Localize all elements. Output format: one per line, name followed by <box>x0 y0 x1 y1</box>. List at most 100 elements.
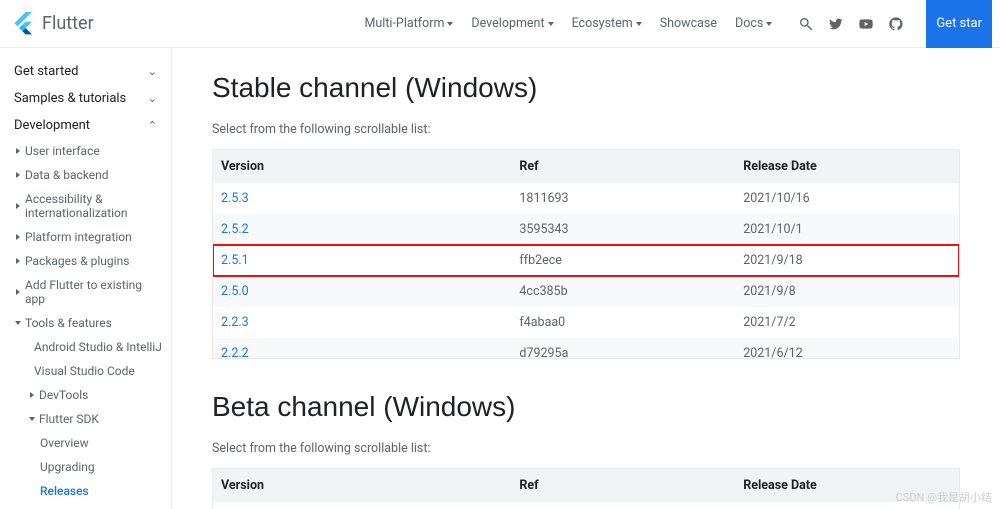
sidebar-item-label: Visual Studio Code <box>34 364 135 378</box>
nav-development[interactable]: Development <box>471 16 553 31</box>
table-row: 2.5.3 18116932021/10/16 <box>213 183 959 214</box>
content[interactable]: Stable channel (Windows) Select from the… <box>172 48 1000 509</box>
sidebar-item-label: Android Studio & IntelliJ <box>34 340 162 354</box>
sidebar-item-label: Platform integration <box>25 230 132 244</box>
col-ref: Ref <box>511 469 735 502</box>
flutter-logo-icon <box>14 12 34 36</box>
chevron-icon <box>16 258 20 264</box>
table-row: 2.5.2 35953432021/10/1 <box>213 214 959 245</box>
sidebar-item[interactable]: Packages & plugins <box>10 249 163 273</box>
beta-table: Version Ref Release Date 2.8.0-3.2.pre29… <box>213 469 959 509</box>
table-row: 2.5.0 4cc385b2021/9/8 <box>213 276 959 307</box>
sidebar-item[interactable]: Visual Studio Code <box>10 359 163 383</box>
date-cell: 2021/10/1 <box>735 214 959 245</box>
beta-heading: Beta channel (Windows) <box>212 391 960 423</box>
version-link[interactable]: 2.2.3 <box>221 315 249 330</box>
main: Get started⌄ Samples & tutorials⌄ Develo… <box>0 48 1000 509</box>
sidebar[interactable]: Get started⌄ Samples & tutorials⌄ Develo… <box>0 48 172 509</box>
date-cell: 2021/9/8 <box>735 276 959 307</box>
twitter-icon[interactable] <box>828 16 844 32</box>
ref-cell: 1811693 <box>511 183 735 214</box>
sidebar-item-label: Flutter SDK <box>39 412 99 426</box>
chevron-icon <box>16 203 20 209</box>
sidebar-top-get-started[interactable]: Get started⌄ <box>0 58 171 85</box>
sidebar-list: User interface Data & backend Accessibilit… <box>0 139 171 509</box>
chevron-icon <box>16 148 20 154</box>
sidebar-top-samples[interactable]: Samples & tutorials⌄ <box>0 85 171 112</box>
chevron-down-icon <box>548 22 554 26</box>
stable-table: Version Ref Release Date 2.5.31811693202… <box>213 150 959 359</box>
sidebar-item[interactable]: Data & backend <box>10 163 163 187</box>
ref-cell: 4cc385b <box>511 276 735 307</box>
search-icon[interactable] <box>798 16 814 32</box>
sidebar-item-label: Upgrading <box>40 460 95 474</box>
table-row: 2.2.2 d79295a2021/6/12 <box>213 338 959 359</box>
version-link[interactable]: 2.5.3 <box>221 191 249 206</box>
sidebar-item[interactable]: Breaking changes <box>10 503 163 509</box>
sidebar-item[interactable]: Upgrading <box>10 455 163 479</box>
chevron-icon <box>16 234 20 240</box>
chevron-icon <box>15 321 21 325</box>
sidebar-item[interactable]: Flutter SDK <box>10 407 163 431</box>
table-row: 2.2.3f4abaa02021/7/2 <box>213 307 959 338</box>
github-icon[interactable] <box>888 16 904 32</box>
beta-subtext: Select from the following scrollable lis… <box>212 441 960 456</box>
sidebar-item-label: Packages & plugins <box>25 254 129 268</box>
sidebar-top-development[interactable]: Development⌃ <box>0 112 171 139</box>
sidebar-item-label: Add Flutter to existing app <box>25 278 163 306</box>
nav-multi-platform[interactable]: Multi-Platform <box>365 16 454 31</box>
sidebar-item-label: Overview <box>40 436 89 450</box>
sidebar-item[interactable]: Releases <box>10 479 163 503</box>
sidebar-item[interactable]: Tools & features <box>10 311 163 335</box>
logo[interactable]: Flutter <box>14 12 94 36</box>
sidebar-item-label: DevTools <box>39 388 88 402</box>
top-bar: Flutter Multi-Platform Development Ecosy… <box>0 0 1000 48</box>
header-icons <box>798 16 904 32</box>
ref-cell: d79295a <box>511 338 735 359</box>
sidebar-item[interactable]: DevTools <box>10 383 163 407</box>
nav-docs[interactable]: Docs <box>735 16 772 31</box>
sidebar-item[interactable]: Platform integration <box>10 225 163 249</box>
sidebar-item[interactable]: Overview <box>10 431 163 455</box>
watermark: CSDN @我是胡小结 <box>896 489 992 505</box>
sidebar-item[interactable]: Add Flutter to existing app <box>10 273 163 311</box>
chevron-down-icon <box>766 22 772 26</box>
top-nav: Multi-Platform Development Ecosystem Sho… <box>365 16 773 31</box>
nav-ecosystem[interactable]: Ecosystem <box>572 16 642 31</box>
chevron-icon <box>29 417 35 421</box>
sidebar-item[interactable]: User interface <box>10 139 163 163</box>
sidebar-item-label: Data & backend <box>25 168 109 182</box>
stable-table-wrap[interactable]: Version Ref Release Date 2.5.31811693202… <box>212 149 960 359</box>
chevron-down-icon: ⌄ <box>148 65 157 78</box>
table-row: 2.5.1 ffb2ece2021/9/18 <box>213 245 959 276</box>
sidebar-item-label: Releases <box>40 484 89 498</box>
date-cell: 2021/6/12 <box>735 338 959 359</box>
ref-cell: 3595343 <box>511 214 735 245</box>
youtube-icon[interactable] <box>858 16 874 32</box>
sidebar-item-label: Tools & features <box>25 316 112 330</box>
col-release-date: Release Date <box>735 150 959 183</box>
col-version: Version <box>213 150 511 183</box>
nav-showcase[interactable]: Showcase <box>660 16 717 31</box>
chevron-icon <box>16 289 20 295</box>
sidebar-item[interactable]: Android Studio & IntelliJ <box>10 335 163 359</box>
version-link[interactable]: 2.5.0 <box>221 284 249 299</box>
chevron-down-icon <box>636 22 642 26</box>
chevron-down-icon: ⌄ <box>148 92 157 105</box>
chevron-down-icon <box>447 22 453 26</box>
version-link[interactable]: 2.2.2 <box>221 346 249 359</box>
table-row: 2.8.0-3.2.pre2901cd72021/11/19 <box>213 502 959 509</box>
sidebar-item[interactable]: Accessibility & internationalization <box>10 187 163 225</box>
ref-cell: 2901cd7 <box>511 502 735 509</box>
col-version: Version <box>213 469 511 502</box>
sidebar-item-label: User interface <box>25 144 100 158</box>
date-cell: 2021/9/18 <box>735 245 959 276</box>
date-cell: 2021/10/16 <box>735 183 959 214</box>
ref-cell: ffb2ece <box>511 245 735 276</box>
version-link[interactable]: 2.5.2 <box>221 222 249 237</box>
chevron-icon <box>16 172 20 178</box>
version-link[interactable]: 2.5.1 <box>221 253 249 268</box>
beta-table-wrap[interactable]: Version Ref Release Date 2.8.0-3.2.pre29… <box>212 468 960 509</box>
get-started-button[interactable]: Get star <box>926 0 992 48</box>
chevron-icon <box>30 392 34 398</box>
